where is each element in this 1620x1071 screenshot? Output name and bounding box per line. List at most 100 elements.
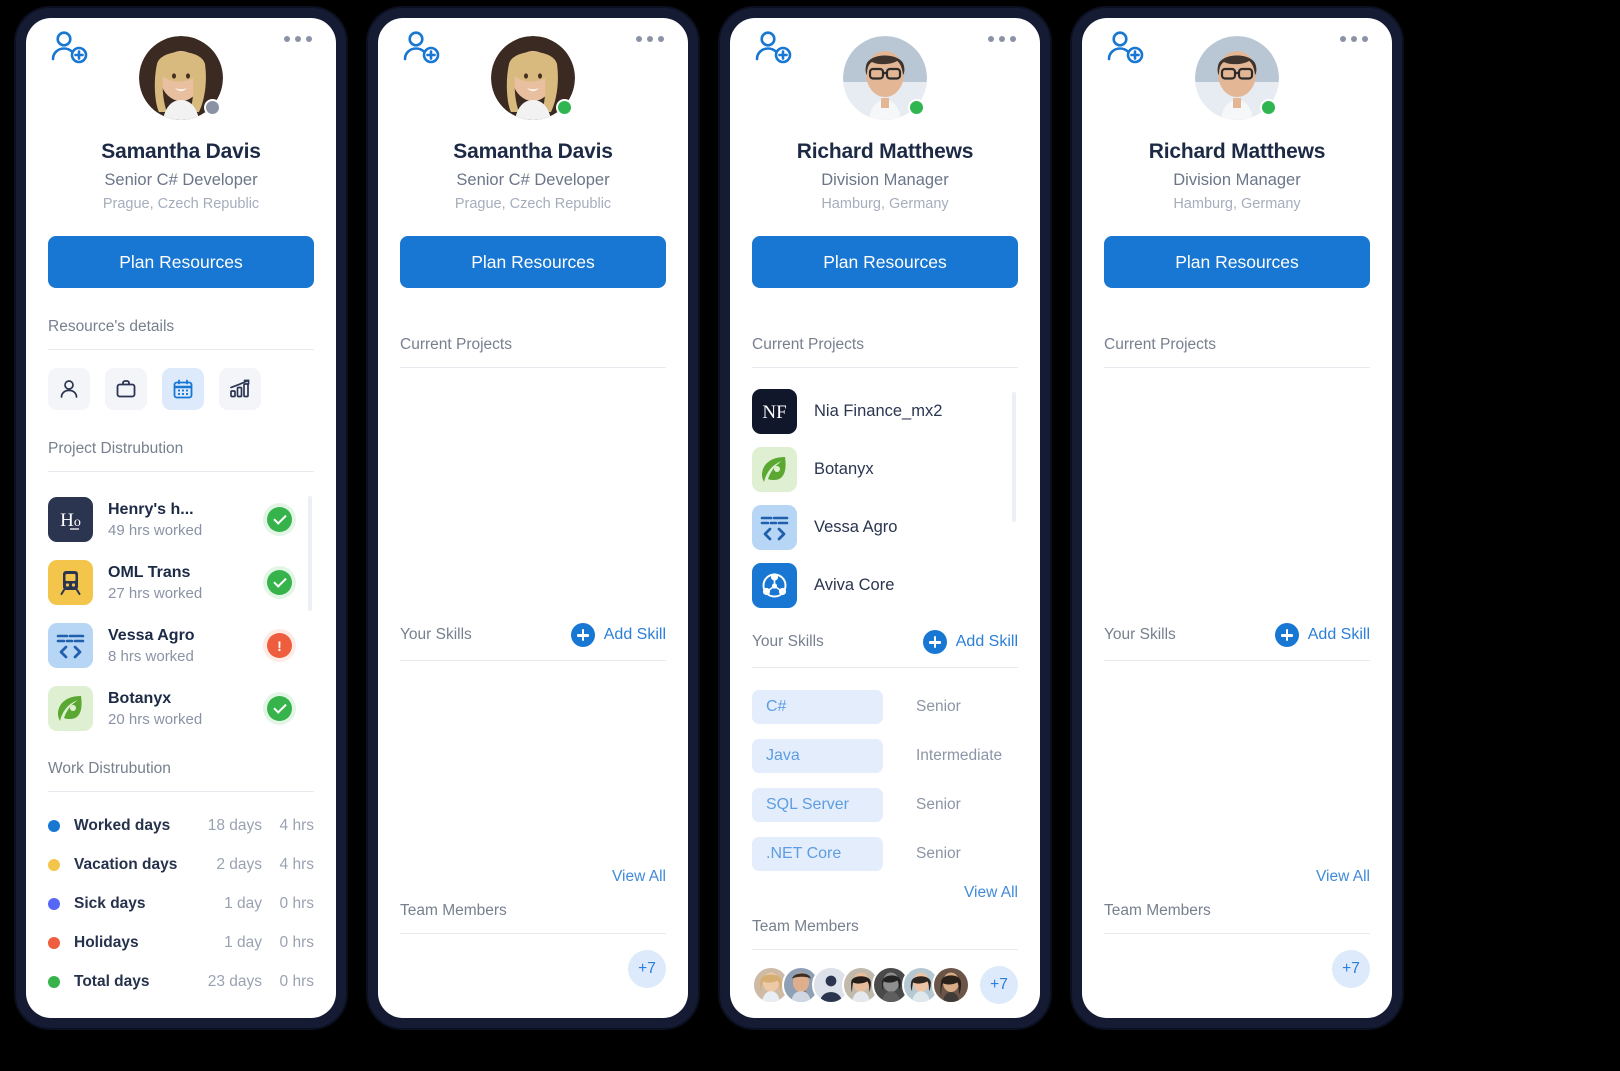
person-role: Division Manager <box>1173 171 1301 189</box>
plan-resources-button[interactable]: Plan Resources <box>752 236 1018 288</box>
current-projects-list-empty <box>1104 368 1370 623</box>
avatar[interactable] <box>932 966 970 1004</box>
tab-personal[interactable] <box>48 368 90 410</box>
screen-3: Richard Matthews Division Manager Hambur… <box>730 18 1040 1018</box>
list-item[interactable]: NF Nia Finance_mx2 <box>752 382 1018 440</box>
list-item: Sick days 1 day 0 hrs <box>48 884 314 923</box>
code-window-icon <box>48 623 93 668</box>
divider <box>48 791 314 792</box>
divider <box>752 667 1018 668</box>
avatar[interactable] <box>139 36 223 120</box>
table-row[interactable]: Vessa Agro 8 hrs worked <box>48 614 314 677</box>
project-name: Aviva Core <box>814 575 895 594</box>
list-item[interactable]: Java Intermediate <box>752 731 1018 780</box>
skill-chip: .NET Core <box>752 836 883 871</box>
add-user-icon[interactable] <box>1104 28 1148 68</box>
legend-dot <box>48 975 60 988</box>
add-user-icon[interactable] <box>752 28 796 68</box>
more-options-icon[interactable] <box>284 36 312 42</box>
plan-resources-button[interactable]: Plan Resources <box>1104 236 1370 288</box>
work-hrs: 0 hrs <box>279 894 314 912</box>
add-skill-button[interactable]: Add Skill <box>570 623 666 647</box>
view-all-link[interactable]: View All <box>752 884 1018 902</box>
view-all-link[interactable]: View All <box>400 868 666 886</box>
section-title-team-members: Team Members <box>752 918 859 935</box>
work-days: 2 days <box>216 855 262 873</box>
add-user-icon[interactable] <box>48 28 92 68</box>
tab-work[interactable] <box>105 368 147 410</box>
team-members-list: +7 <box>1104 950 1370 988</box>
avatar-stack <box>752 966 980 1004</box>
henrys-logo-icon: Ho <box>48 497 93 542</box>
list-item[interactable]: Vessa Agro <box>752 498 1018 556</box>
list-item: Worked days 18 days 4 hrs <box>48 806 314 845</box>
work-days: 1 day <box>224 894 262 912</box>
project-hours: 49 hrs worked <box>108 521 203 539</box>
avatar[interactable] <box>843 36 927 120</box>
phone-frame-1: Samantha Davis Senior C# Developer Pragu… <box>16 8 346 1028</box>
section-title-current-projects: Current Projects <box>752 336 864 353</box>
plan-resources-button[interactable]: Plan Resources <box>400 236 666 288</box>
skill-chip: SQL Server <box>752 787 883 822</box>
section-title-team-members: Team Members <box>1104 902 1211 919</box>
team-members-list: +7 <box>400 950 666 988</box>
section-title-your-skills: Your Skills <box>400 626 472 643</box>
status-badge-ok <box>267 696 292 721</box>
person-role: Senior C# Developer <box>104 171 258 189</box>
project-info: Botanyx 20 hrs worked <box>108 690 267 728</box>
divider <box>1104 933 1370 934</box>
team-more-badge[interactable]: +7 <box>628 950 666 988</box>
list-item[interactable]: .NET Core Senior <box>752 829 1018 878</box>
tab-analytics[interactable] <box>219 368 261 410</box>
scrollbar[interactable] <box>308 496 312 611</box>
work-label: Total days <box>74 972 150 990</box>
add-skill-button[interactable]: Add Skill <box>1274 623 1370 647</box>
table-row[interactable]: Botanyx 20 hrs worked <box>48 677 314 740</box>
network-icon <box>752 562 797 608</box>
person-name: Samantha Davis <box>453 140 613 163</box>
person-location: Hamburg, Germany <box>821 196 949 212</box>
view-all-link[interactable]: View All <box>1104 868 1370 886</box>
work-label: Holidays <box>74 933 139 951</box>
list-item: Total days 23 days 0 hrs <box>48 962 314 1001</box>
more-options-icon[interactable] <box>636 36 664 42</box>
work-hrs: 0 hrs <box>279 933 314 951</box>
list-item[interactable]: C# Senior <box>752 682 1018 731</box>
train-icon <box>48 560 93 605</box>
current-projects-section: Current Projects <box>400 336 666 623</box>
plan-resources-button[interactable]: Plan Resources <box>48 236 314 288</box>
mockup-stage: Samantha Davis Senior C# Developer Pragu… <box>0 0 1620 1071</box>
section-title-team-members: Team Members <box>400 902 507 919</box>
list-item[interactable]: SQL Server Senior <box>752 780 1018 829</box>
nf-logo-icon: NF <box>752 388 797 434</box>
avatar[interactable] <box>491 36 575 120</box>
section-title-your-skills: Your Skills <box>1104 626 1176 643</box>
scrollbar[interactable] <box>1012 392 1016 522</box>
team-more-badge[interactable]: +7 <box>980 966 1018 1004</box>
list-item: Holidays 1 day 0 hrs <box>48 923 314 962</box>
person-name: Samantha Davis <box>101 140 261 163</box>
skills-header: Your Skills Add Skill <box>1104 623 1370 647</box>
list-item[interactable]: Botanyx <box>752 440 1018 498</box>
tab-calendar[interactable] <box>162 368 204 410</box>
list-item[interactable]: Aviva Core <box>752 556 1018 614</box>
status-dot-online <box>1260 99 1277 116</box>
table-row[interactable]: OML Trans 27 hrs worked <box>48 551 314 614</box>
status-dot-online <box>908 99 925 116</box>
team-more-badge[interactable]: +7 <box>1332 950 1370 988</box>
project-name: Nia Finance_mx2 <box>814 401 943 420</box>
skills-list: C# Senior Java Intermediate SQL Server S… <box>752 682 1018 878</box>
more-options-icon[interactable] <box>988 36 1016 42</box>
work-days: 1 day <box>224 933 262 951</box>
work-hrs: 0 hrs <box>279 972 314 990</box>
add-skill-button[interactable]: Add Skill <box>922 630 1018 654</box>
avatar[interactable] <box>1195 36 1279 120</box>
code-window-icon <box>752 504 797 550</box>
table-row[interactable]: Ho Henry's h... 49 hrs worked <box>48 488 314 551</box>
plus-icon <box>1274 623 1299 647</box>
add-user-icon[interactable] <box>400 28 444 68</box>
section-title-work-distribution: Work Distrubution <box>48 760 171 777</box>
skills-header: Your Skills Add Skill <box>752 630 1018 654</box>
current-projects-section: Current Projects NF Nia Finance_mx2 Bota… <box>752 336 1018 614</box>
more-options-icon[interactable] <box>1340 36 1368 42</box>
